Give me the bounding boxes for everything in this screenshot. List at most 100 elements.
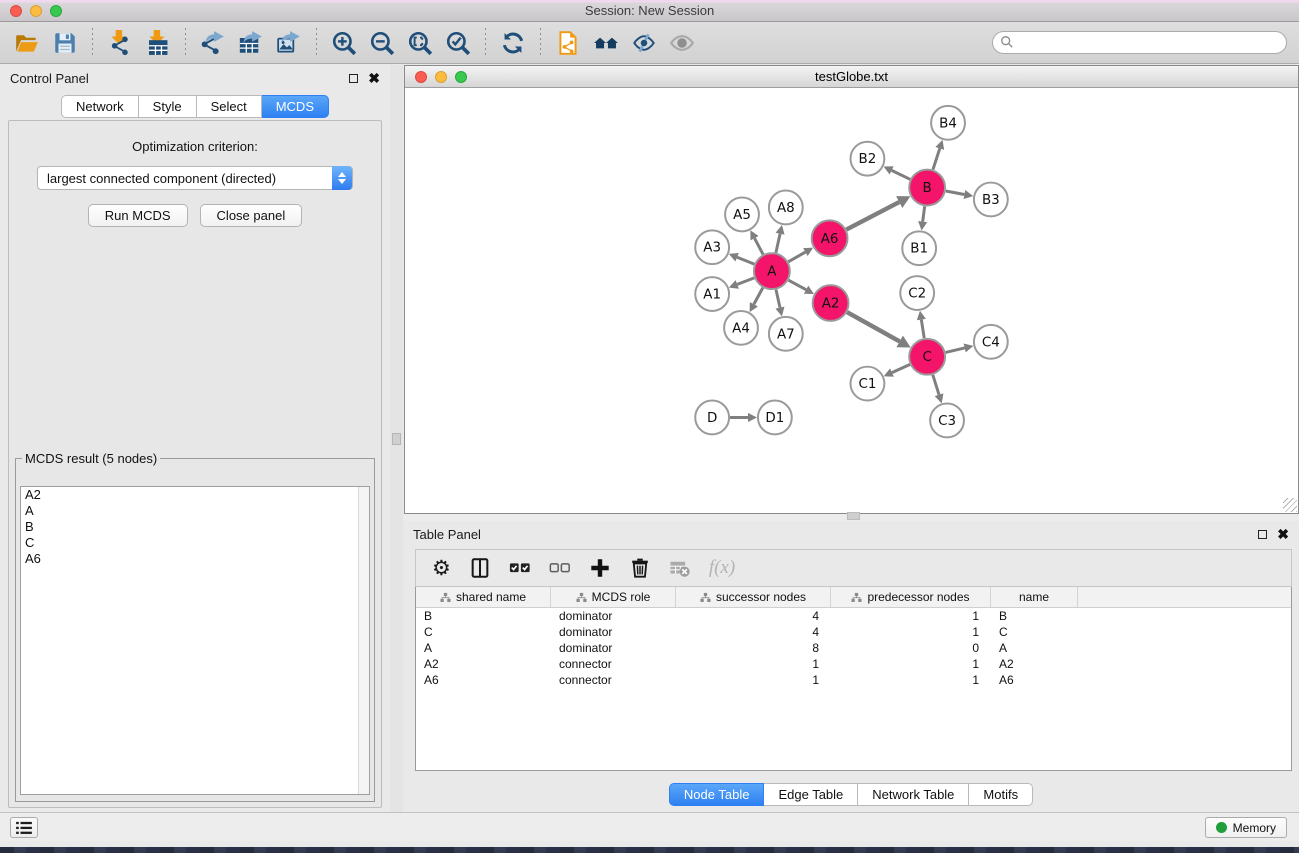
tab-style[interactable]: Style xyxy=(139,95,197,118)
column-header-shared-name[interactable]: shared name xyxy=(416,587,551,607)
zoom-out-button[interactable] xyxy=(363,26,401,60)
graph-edge-B-B4[interactable] xyxy=(933,140,944,170)
mcds-result-item[interactable]: B xyxy=(21,519,369,535)
graph-node-A1[interactable]: A1 xyxy=(695,277,729,311)
optimization-criterion-dropdown[interactable]: largest connected component (directed) xyxy=(37,166,353,190)
graph-node-A7[interactable]: A7 xyxy=(769,317,803,351)
new-network-from-selection-button[interactable] xyxy=(549,26,587,60)
add-column-button[interactable] xyxy=(589,557,611,579)
graph-node-D1[interactable]: D1 xyxy=(758,401,792,435)
table-row[interactable]: Adominator80A xyxy=(416,640,1291,656)
table-cell[interactable]: 8 xyxy=(676,640,831,656)
tab-select[interactable]: Select xyxy=(197,95,262,118)
table-cell[interactable]: connector xyxy=(551,656,676,672)
graph-node-A[interactable]: A xyxy=(754,253,790,289)
graph-edge-A-A5[interactable] xyxy=(750,230,763,254)
graph-edge-A6-B[interactable] xyxy=(846,196,910,229)
import-network-from-file-button[interactable] xyxy=(101,26,139,60)
unselect-all-button[interactable] xyxy=(549,557,571,579)
graph-node-C[interactable]: C xyxy=(909,339,945,375)
graph-edge-B-B1[interactable] xyxy=(918,206,927,230)
tab-node-table[interactable]: Node Table xyxy=(669,783,765,806)
graph-node-A4[interactable]: A4 xyxy=(724,311,758,345)
column-header-name[interactable]: name xyxy=(991,587,1078,607)
export-table-button[interactable] xyxy=(232,26,270,60)
close-panel-icon[interactable]: ✖ xyxy=(1277,529,1289,539)
table-cell[interactable]: dominator xyxy=(551,624,676,640)
first-neighbors-button[interactable] xyxy=(587,26,625,60)
zoom-selected-button[interactable] xyxy=(439,26,477,60)
table-row[interactable]: Cdominator41C xyxy=(416,624,1291,640)
apply-preferred-layout-button[interactable] xyxy=(494,26,532,60)
close-panel-button[interactable]: Close panel xyxy=(200,204,303,227)
memory-button[interactable]: Memory xyxy=(1205,817,1287,838)
graph-edge-A-A8[interactable] xyxy=(776,225,785,253)
graph-edge-A-A3[interactable] xyxy=(729,253,755,264)
column-header-successor-nodes[interactable]: successor nodes xyxy=(676,587,831,607)
mcds-result-list[interactable]: A2ABCA6 xyxy=(20,486,370,795)
graph-node-B4[interactable]: B4 xyxy=(931,106,965,140)
graph-node-C3[interactable]: C3 xyxy=(930,404,964,438)
graph-edge-A-A1[interactable] xyxy=(729,278,754,289)
graph-edge-A-A2[interactable] xyxy=(788,280,813,294)
graph-edge-C-C1[interactable] xyxy=(884,364,910,376)
table-cell[interactable]: connector xyxy=(551,672,676,688)
table-cell[interactable]: B xyxy=(991,608,1078,624)
table-cell[interactable]: 4 xyxy=(676,608,831,624)
list-scrollbar[interactable] xyxy=(358,487,369,794)
toggle-graphics-details-button[interactable] xyxy=(625,26,663,60)
mcds-result-item[interactable]: A2 xyxy=(21,487,369,503)
export-network-button[interactable] xyxy=(194,26,232,60)
graph-node-A8[interactable]: A8 xyxy=(769,191,803,225)
search-input[interactable] xyxy=(992,31,1287,54)
close-panel-icon[interactable]: ✖ xyxy=(368,73,380,83)
table-cell[interactable]: A xyxy=(991,640,1078,656)
window-resize-grip[interactable] xyxy=(1283,498,1297,512)
column-header-MCDS-role[interactable]: MCDS role xyxy=(551,587,676,607)
table-mode-gear-button[interactable]: ⚙ xyxy=(432,558,451,578)
network-canvas[interactable]: B4B2BB3A8A5A6A3B1AC2A1A2A4A7C4CC1C3DD1 xyxy=(405,89,1298,513)
vertical-splitter[interactable] xyxy=(390,65,403,818)
table-row[interactable]: A2connector11A2 xyxy=(416,656,1291,672)
graph-node-D[interactable]: D xyxy=(695,401,729,435)
table-row[interactable]: Bdominator41B xyxy=(416,608,1291,624)
graph-node-C4[interactable]: C4 xyxy=(974,325,1008,359)
graph-node-B1[interactable]: B1 xyxy=(902,231,936,265)
open-file-button[interactable] xyxy=(8,26,46,60)
run-mcds-button[interactable]: Run MCDS xyxy=(88,204,188,227)
table-cell[interactable]: A xyxy=(416,640,551,656)
table-cell[interactable]: A2 xyxy=(416,656,551,672)
tab-network-table[interactable]: Network Table xyxy=(858,783,969,806)
graph-edge-B-B2[interactable] xyxy=(884,166,911,179)
select-all-button[interactable] xyxy=(509,557,531,579)
zoom-fit-button[interactable] xyxy=(401,26,439,60)
table-cell[interactable]: 1 xyxy=(831,624,991,640)
graph-edge-A2-C[interactable] xyxy=(847,312,910,347)
graph-node-B3[interactable]: B3 xyxy=(974,183,1008,217)
table-cell[interactable]: 1 xyxy=(676,656,831,672)
graph-edge-A-A7[interactable] xyxy=(776,290,785,317)
tab-network[interactable]: Network xyxy=(61,95,139,118)
table-cell[interactable]: A2 xyxy=(991,656,1078,672)
mcds-result-item[interactable]: A xyxy=(21,503,369,519)
tab-mcds[interactable]: MCDS xyxy=(262,95,329,118)
table-cell[interactable]: 0 xyxy=(831,640,991,656)
graph-edge-C-C2[interactable] xyxy=(917,311,926,338)
graph-edge-B-B3[interactable] xyxy=(946,190,974,199)
import-table-from-file-button[interactable] xyxy=(139,26,177,60)
splitter-grip[interactable] xyxy=(392,433,401,445)
graph-node-C1[interactable]: C1 xyxy=(851,367,885,401)
graph-edge-C-C3[interactable] xyxy=(933,375,944,404)
graph-edge-A-A4[interactable] xyxy=(750,288,763,312)
graph-edge-C-C4[interactable] xyxy=(946,343,974,352)
table-cell[interactable]: C xyxy=(991,624,1078,640)
show-columns-button[interactable] xyxy=(469,557,491,579)
show-hide-button[interactable] xyxy=(663,26,701,60)
table-cell[interactable]: 1 xyxy=(831,608,991,624)
graph-edge-A-A6[interactable] xyxy=(788,248,813,262)
table-cell[interactable]: C xyxy=(416,624,551,640)
zoom-in-button[interactable] xyxy=(325,26,363,60)
mcds-result-item[interactable]: C xyxy=(21,535,369,551)
table-cell[interactable]: B xyxy=(416,608,551,624)
delete-column-button[interactable] xyxy=(629,557,651,579)
